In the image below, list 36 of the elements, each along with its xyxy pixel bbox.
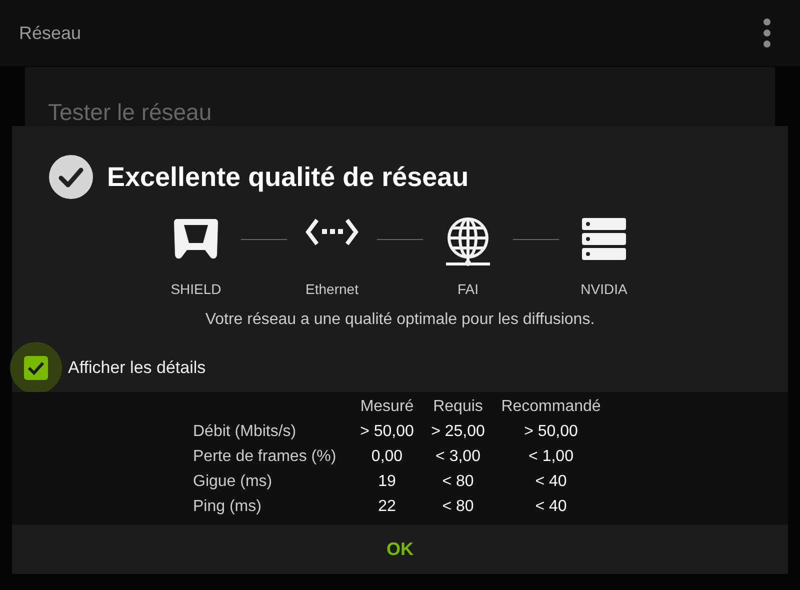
table-cell-text: < 80	[441, 472, 475, 492]
row-label: Gigue (ms)	[193, 472, 274, 492]
row-label: Perte de frames (%)	[193, 447, 338, 467]
controller-icon	[173, 217, 219, 261]
dialog-title: Excellente qualité de réseau	[107, 162, 469, 192]
table-cell-text: > 50,00	[359, 422, 415, 442]
table-cell-text: < 40	[534, 472, 568, 492]
check-circle-icon	[49, 155, 93, 199]
row-label: Débit (Mbits/s)	[193, 422, 298, 442]
details-checkbox[interactable]	[24, 356, 48, 380]
column-header: Requis	[432, 397, 484, 417]
status-message: Votre réseau a une qualité optimale pour les diffusions.	[204, 311, 596, 329]
node-label: NVIDIA	[580, 281, 628, 297]
row-label: Ping (ms)	[193, 497, 262, 517]
table-cell-text: 0,00	[370, 447, 404, 467]
server-icon	[581, 217, 627, 261]
checkbox-label[interactable]: Afficher les détails	[68, 358, 206, 378]
ok-button[interactable]: OK	[370, 531, 430, 568]
table-cell-text: < 80	[441, 497, 475, 517]
ethernet-icon	[305, 217, 359, 247]
node-label: Ethernet	[306, 281, 358, 297]
more-menu-icon[interactable]	[763, 18, 771, 48]
card-title: Tester le réseau	[48, 99, 212, 126]
app-bar-title: Réseau	[19, 22, 82, 44]
table-cell-text: < 3,00	[434, 447, 482, 467]
globe-icon	[445, 217, 491, 267]
table-cell-text: < 1,00	[528, 447, 574, 467]
table-cell-text: > 25,00	[430, 422, 486, 442]
node-label: SHIELD	[170, 281, 222, 297]
table-cell-text: 22	[377, 497, 397, 517]
node-label: FAI	[457, 281, 478, 297]
table-cell-text: < 40	[534, 497, 568, 517]
column-header: Mesuré	[359, 397, 415, 417]
table-cell-text: 19	[377, 472, 397, 492]
table-cell-text: > 50,00	[523, 422, 579, 442]
column-header: Recommandé	[500, 397, 602, 417]
